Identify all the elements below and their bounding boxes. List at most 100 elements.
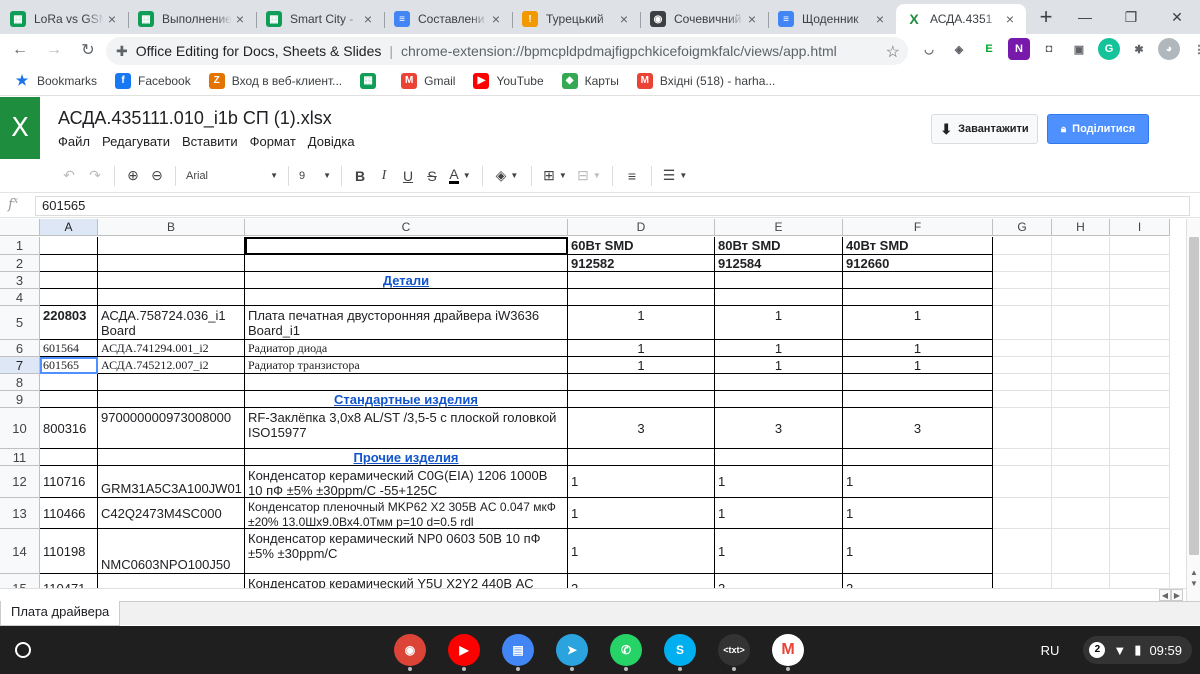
grid-cell[interactable]: АСДА.745212.007_i2 xyxy=(98,357,245,374)
extensions-icon[interactable]: ✱ xyxy=(1128,38,1150,60)
row-header[interactable]: 14 xyxy=(0,529,40,574)
menu-item[interactable]: Довідка xyxy=(308,134,355,149)
close-tab-icon[interactable]: × xyxy=(1002,11,1018,27)
grid-cell[interactable]: Радиатор транзистора xyxy=(245,357,568,374)
grid-cell[interactable]: 2 xyxy=(843,574,993,588)
grid-cell[interactable] xyxy=(568,289,715,306)
grid-cell[interactable] xyxy=(993,466,1052,498)
browser-tab[interactable]: ▦ Smart City - × xyxy=(256,4,384,34)
browser-tab[interactable]: X АСДА.4351 × xyxy=(896,4,1026,34)
column-header[interactable]: C xyxy=(245,219,568,236)
grid-cell[interactable] xyxy=(1110,237,1170,255)
grid-cell[interactable]: 1 xyxy=(568,306,715,340)
grid-cell[interactable] xyxy=(40,272,98,289)
grid-cell[interactable] xyxy=(1052,529,1110,574)
grid-cell[interactable] xyxy=(1110,449,1170,466)
wrap-text-icon[interactable]: ≡ xyxy=(619,163,645,189)
bookmark-item[interactable]: ★ Bookmarks xyxy=(14,72,97,89)
grid-cell[interactable] xyxy=(568,374,715,391)
grid-cell[interactable] xyxy=(1110,391,1170,408)
column-header[interactable]: D xyxy=(568,219,715,236)
grid-cell[interactable]: 1 xyxy=(843,498,993,529)
grid-cell[interactable] xyxy=(843,272,993,289)
grid-cell[interactable] xyxy=(1110,357,1170,374)
browser-tab[interactable]: ≡ Щоденник × xyxy=(768,4,896,34)
grid-cell[interactable] xyxy=(98,237,245,255)
forward-icon[interactable]: → xyxy=(40,36,68,64)
grid-cell[interactable]: 912584 xyxy=(715,255,843,272)
browser-tab[interactable]: ! Турецький × xyxy=(512,4,640,34)
strikethrough-icon[interactable]: S xyxy=(420,163,444,189)
grid-cell[interactable] xyxy=(1052,237,1110,255)
grid-cell[interactable] xyxy=(993,255,1052,272)
grid-cell[interactable] xyxy=(40,391,98,408)
scrollbar-thumb[interactable] xyxy=(1189,237,1199,555)
grid-cell[interactable]: 1 xyxy=(715,306,843,340)
reload-icon[interactable]: ↻ xyxy=(74,36,102,64)
grid-cell[interactable]: 110716 xyxy=(40,466,98,498)
vertical-scrollbar[interactable]: ▲ ▼ xyxy=(1186,219,1200,601)
grid-cell[interactable] xyxy=(993,529,1052,574)
browser-tab[interactable]: ▦ LoRa vs GSM × xyxy=(0,4,128,34)
redo-icon[interactable]: ↷ xyxy=(82,163,108,189)
zoom-out-icon[interactable]: ⊖ xyxy=(145,163,169,189)
grid-cell[interactable] xyxy=(1052,289,1110,306)
launcher-icon[interactable] xyxy=(15,642,31,658)
bookmark-item[interactable]: ◆ Карты xyxy=(561,72,619,89)
grid-cell[interactable]: 1 xyxy=(715,340,843,357)
grid-cell[interactable]: 800316 xyxy=(40,408,98,449)
grid-cell[interactable] xyxy=(1052,498,1110,529)
grid-cell[interactable] xyxy=(40,237,98,255)
grid-cell[interactable] xyxy=(40,289,98,306)
grid-cell[interactable]: АСДА.758724.036_i1 Board xyxy=(98,306,245,340)
grid-cell[interactable] xyxy=(98,272,245,289)
shield-icon[interactable]: ◘ xyxy=(1038,38,1060,60)
grid-cell[interactable]: 1 xyxy=(568,498,715,529)
row-header[interactable]: 8 xyxy=(0,374,40,391)
grid-cell[interactable] xyxy=(993,449,1052,466)
skype-icon[interactable]: S xyxy=(664,634,696,671)
row-header[interactable]: 10 xyxy=(0,408,40,449)
row-header[interactable]: 13 xyxy=(0,498,40,529)
bookmark-item[interactable]: M Gmail xyxy=(401,72,455,89)
chrome-icon[interactable]: ◉ xyxy=(394,634,426,671)
menu-item[interactable]: Формат xyxy=(250,134,296,149)
grid-cell[interactable]: 1 xyxy=(568,466,715,498)
grid-cell[interactable] xyxy=(715,272,843,289)
horizontal-scrollbar[interactable]: ◀ ▶ xyxy=(0,588,1186,601)
grid-cell[interactable] xyxy=(1110,340,1170,357)
grid-cell[interactable]: 3 xyxy=(843,408,993,449)
back-icon[interactable]: ← xyxy=(6,36,34,64)
grid-cell[interactable]: 1 xyxy=(715,498,843,529)
menu-item[interactable]: Редагувати xyxy=(102,134,170,149)
grid-cell[interactable] xyxy=(98,374,245,391)
scroll-right-icon[interactable]: ▶ xyxy=(1171,589,1183,601)
profile-avatar-icon[interactable]: ◕ xyxy=(1158,38,1180,60)
row-header[interactable]: 6 xyxy=(0,340,40,357)
grid-cell[interactable] xyxy=(843,449,993,466)
grid-cell[interactable] xyxy=(715,374,843,391)
grid-cell[interactable] xyxy=(993,237,1052,255)
fill-color-icon[interactable]: ◈ ▼ xyxy=(489,163,525,189)
grid-cell[interactable] xyxy=(1110,408,1170,449)
grid-cell[interactable]: 970000000973008000 xyxy=(98,408,245,449)
grid-cell[interactable] xyxy=(98,574,245,588)
text-color-icon[interactable]: A ▼ xyxy=(444,163,476,189)
close-tab-icon[interactable]: × xyxy=(232,11,248,27)
grid-cell[interactable] xyxy=(1052,466,1110,498)
column-header[interactable]: F xyxy=(843,219,993,236)
grid-cell[interactable] xyxy=(993,272,1052,289)
row-header[interactable]: 5 xyxy=(0,306,40,340)
new-tab-button[interactable]: + xyxy=(1032,4,1060,32)
column-header[interactable]: I xyxy=(1110,219,1170,236)
grid-cell[interactable] xyxy=(98,391,245,408)
grid-cell[interactable]: NMC0603NPO100J50 xyxy=(98,529,245,574)
grid-cell[interactable]: 1 xyxy=(843,340,993,357)
grid-cell[interactable] xyxy=(40,449,98,466)
close-tab-icon[interactable]: × xyxy=(616,11,632,27)
formula-input[interactable]: 601565 xyxy=(35,196,1190,216)
grid-cell[interactable] xyxy=(245,289,568,306)
grid-cell[interactable]: АСДА.741294.001_i2 xyxy=(98,340,245,357)
grid-cell[interactable]: 1 xyxy=(715,357,843,374)
bookmark-item[interactable]: f Facebook xyxy=(115,72,191,89)
